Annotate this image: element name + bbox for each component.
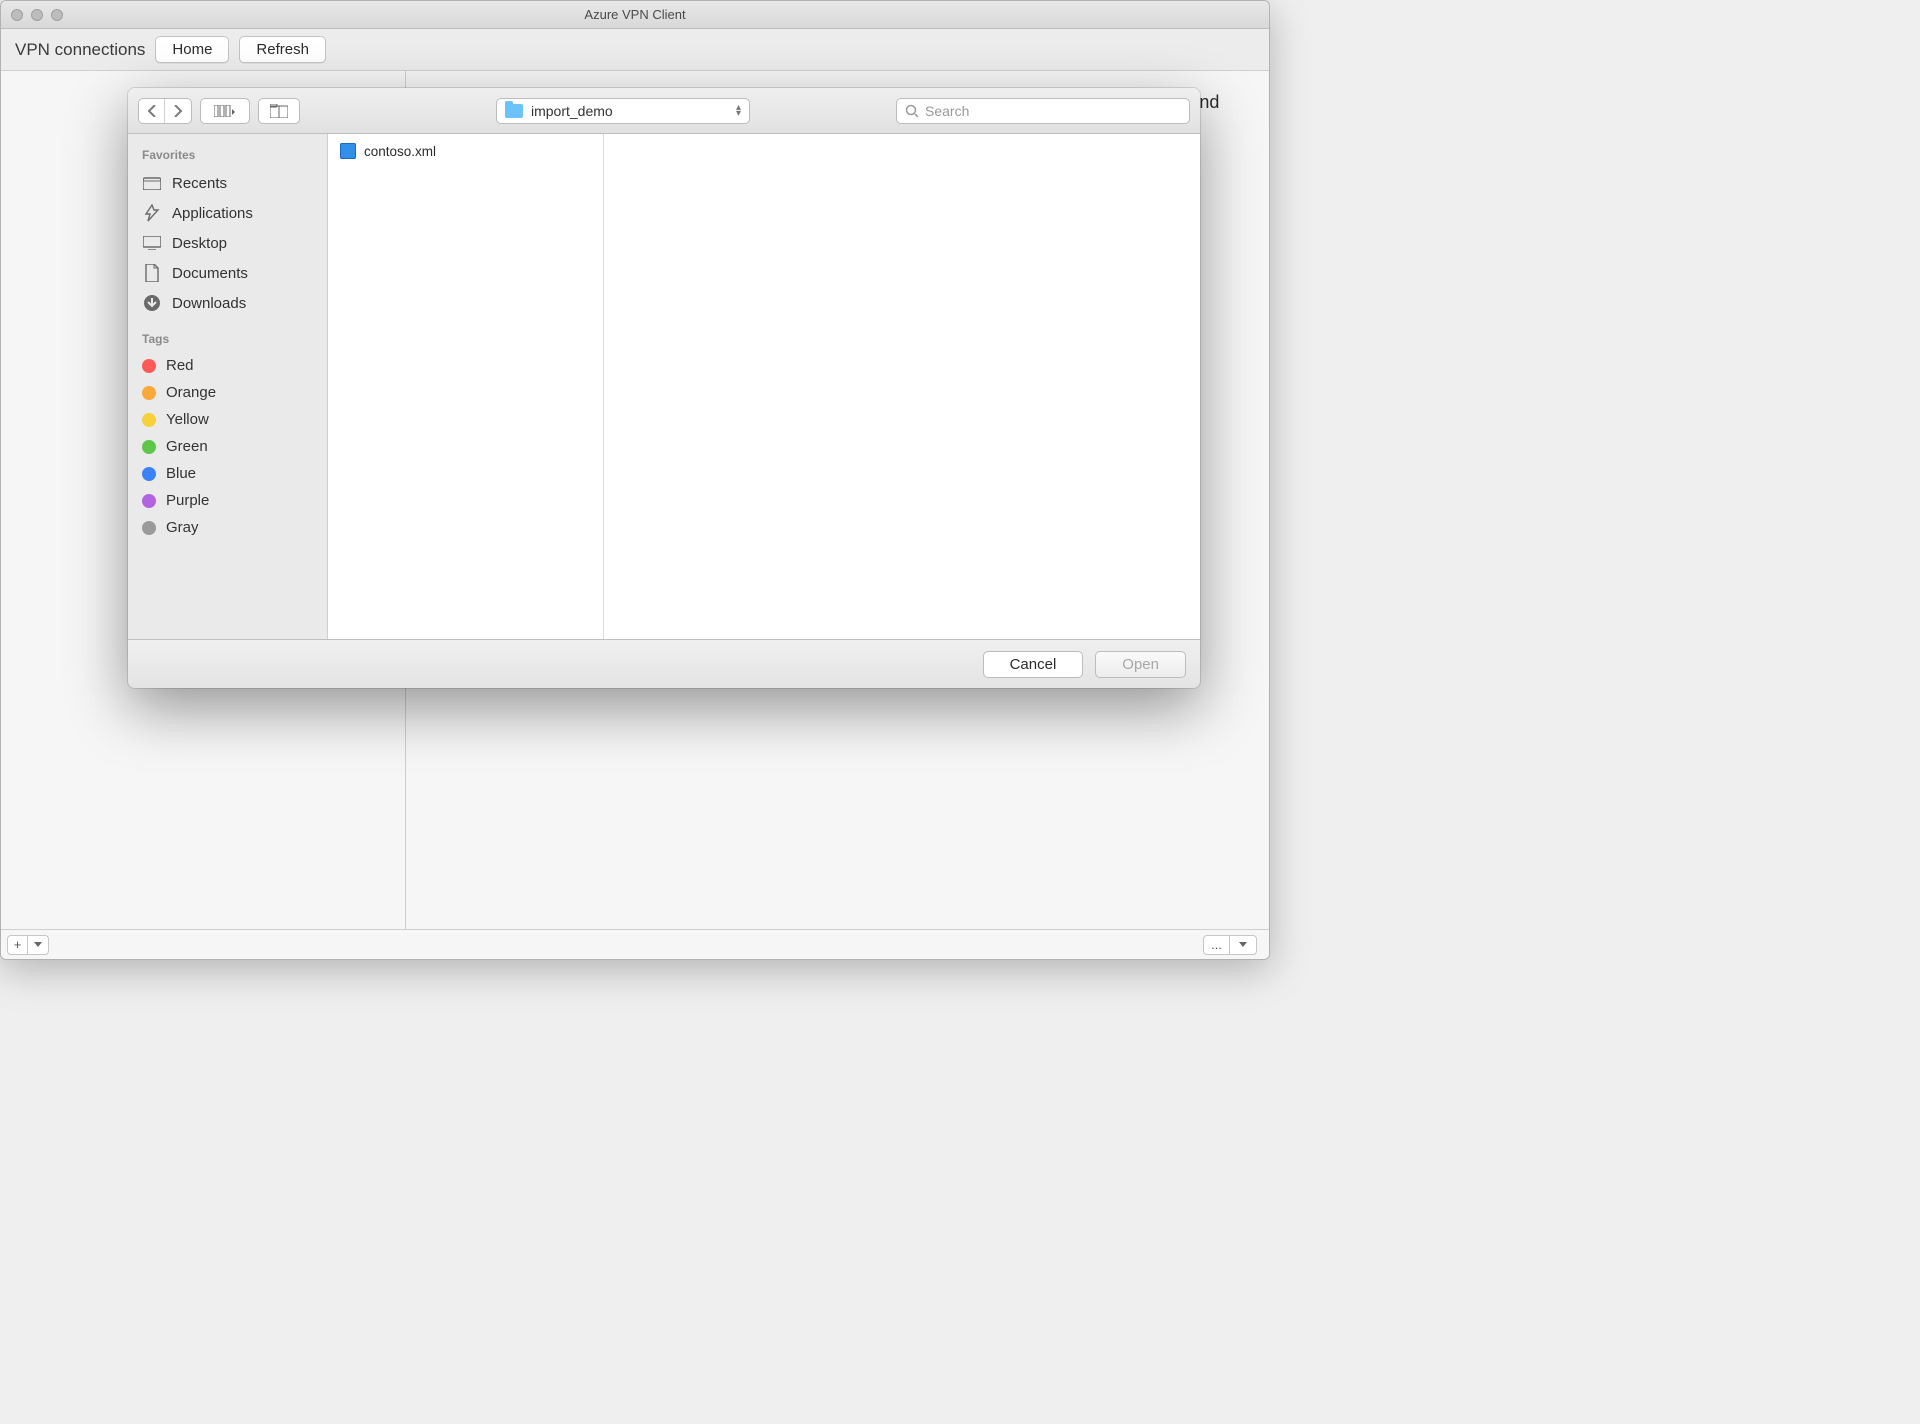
chevron-down-icon xyxy=(1239,942,1247,948)
search-input[interactable]: Search xyxy=(896,98,1190,124)
open-button[interactable]: Open xyxy=(1095,651,1186,678)
chevron-right-icon xyxy=(173,105,183,117)
actions-button[interactable]: ... xyxy=(1204,936,1230,954)
tag-label: Yellow xyxy=(166,411,209,428)
tag-label: Red xyxy=(166,357,194,374)
desktop-icon xyxy=(142,233,162,253)
sidebar-item-label: Desktop xyxy=(172,235,227,252)
sidebar-item-label: Recents xyxy=(172,175,227,192)
sidebar-tag-yellow[interactable]: Yellow xyxy=(128,406,327,433)
add-connection-menu[interactable] xyxy=(28,936,48,954)
forward-button[interactable] xyxy=(165,99,191,123)
window-title: Azure VPN Client xyxy=(1,7,1269,22)
tag-label: Gray xyxy=(166,519,199,536)
actions-menu[interactable] xyxy=(1230,936,1256,954)
preview-column xyxy=(604,134,1200,639)
file-name: contoso.xml xyxy=(364,144,436,159)
folder-grid-icon xyxy=(270,104,288,118)
path-dropdown[interactable]: import_demo ▴▾ xyxy=(496,98,750,124)
add-connection-group: + xyxy=(7,935,49,955)
toolbar-label: VPN connections xyxy=(15,40,145,60)
file-column: contoso.xml xyxy=(328,134,604,639)
recents-icon xyxy=(142,173,162,193)
bottom-bar: + ... xyxy=(1,929,1269,959)
sidebar-tag-gray[interactable]: Gray xyxy=(128,514,327,541)
sidebar-item-label: Downloads xyxy=(172,295,246,312)
xml-file-icon xyxy=(340,143,356,159)
tag-dot-icon xyxy=(142,413,156,427)
titlebar: Azure VPN Client xyxy=(1,1,1269,29)
actions-group: ... xyxy=(1203,935,1257,955)
sidebar-tag-blue[interactable]: Blue xyxy=(128,460,327,487)
file-item[interactable]: contoso.xml xyxy=(328,140,603,162)
group-button[interactable] xyxy=(258,98,300,124)
tag-label: Blue xyxy=(166,465,196,482)
refresh-button[interactable]: Refresh xyxy=(239,36,326,63)
applications-icon xyxy=(142,203,162,223)
tag-label: Purple xyxy=(166,492,209,509)
folder-icon xyxy=(505,104,523,118)
dialog-body: Favorites Recents Applications Desktop D… xyxy=(128,134,1200,640)
tag-dot-icon xyxy=(142,440,156,454)
sidebar-item-applications[interactable]: Applications xyxy=(128,198,327,228)
main-toolbar: VPN connections Home Refresh xyxy=(1,29,1269,71)
dialog-sidebar: Favorites Recents Applications Desktop D… xyxy=(128,134,328,639)
home-button[interactable]: Home xyxy=(155,36,229,63)
tag-dot-icon xyxy=(142,467,156,481)
tag-label: Orange xyxy=(166,384,216,401)
nav-buttons xyxy=(138,98,192,124)
sidebar-tag-orange[interactable]: Orange xyxy=(128,379,327,406)
tag-dot-icon xyxy=(142,494,156,508)
path-label: import_demo xyxy=(531,103,613,119)
view-mode-button[interactable] xyxy=(200,98,250,124)
sidebar-item-label: Documents xyxy=(172,265,248,282)
sidebar-item-documents[interactable]: Documents xyxy=(128,258,327,288)
sidebar-item-desktop[interactable]: Desktop xyxy=(128,228,327,258)
sidebar-item-recents[interactable]: Recents xyxy=(128,168,327,198)
downloads-icon xyxy=(142,293,162,313)
sidebar-tag-green[interactable]: Green xyxy=(128,433,327,460)
tag-dot-icon xyxy=(142,386,156,400)
documents-icon xyxy=(142,263,162,283)
dropdown-arrows-icon: ▴▾ xyxy=(736,105,741,117)
column-view-icon xyxy=(201,99,249,123)
sidebar-item-label: Applications xyxy=(172,205,253,222)
search-icon xyxy=(905,104,919,118)
open-file-dialog: import_demo ▴▾ Search Favorites Recents … xyxy=(128,88,1200,688)
chevron-left-icon xyxy=(147,105,157,117)
sidebar-tag-red[interactable]: Red xyxy=(128,352,327,379)
sidebar-tag-purple[interactable]: Purple xyxy=(128,487,327,514)
tag-label: Green xyxy=(166,438,208,455)
tags-header: Tags xyxy=(128,328,327,352)
favorites-header: Favorites xyxy=(128,144,327,168)
add-connection-button[interactable]: + xyxy=(8,936,28,954)
cancel-button[interactable]: Cancel xyxy=(983,651,1084,678)
dialog-toolbar: import_demo ▴▾ Search xyxy=(128,88,1200,134)
sidebar-item-downloads[interactable]: Downloads xyxy=(128,288,327,318)
tag-dot-icon xyxy=(142,521,156,535)
chevron-down-icon xyxy=(34,942,42,948)
search-placeholder: Search xyxy=(925,103,969,119)
tag-dot-icon xyxy=(142,359,156,373)
back-button[interactable] xyxy=(139,99,165,123)
dialog-footer: Cancel Open xyxy=(128,640,1200,688)
